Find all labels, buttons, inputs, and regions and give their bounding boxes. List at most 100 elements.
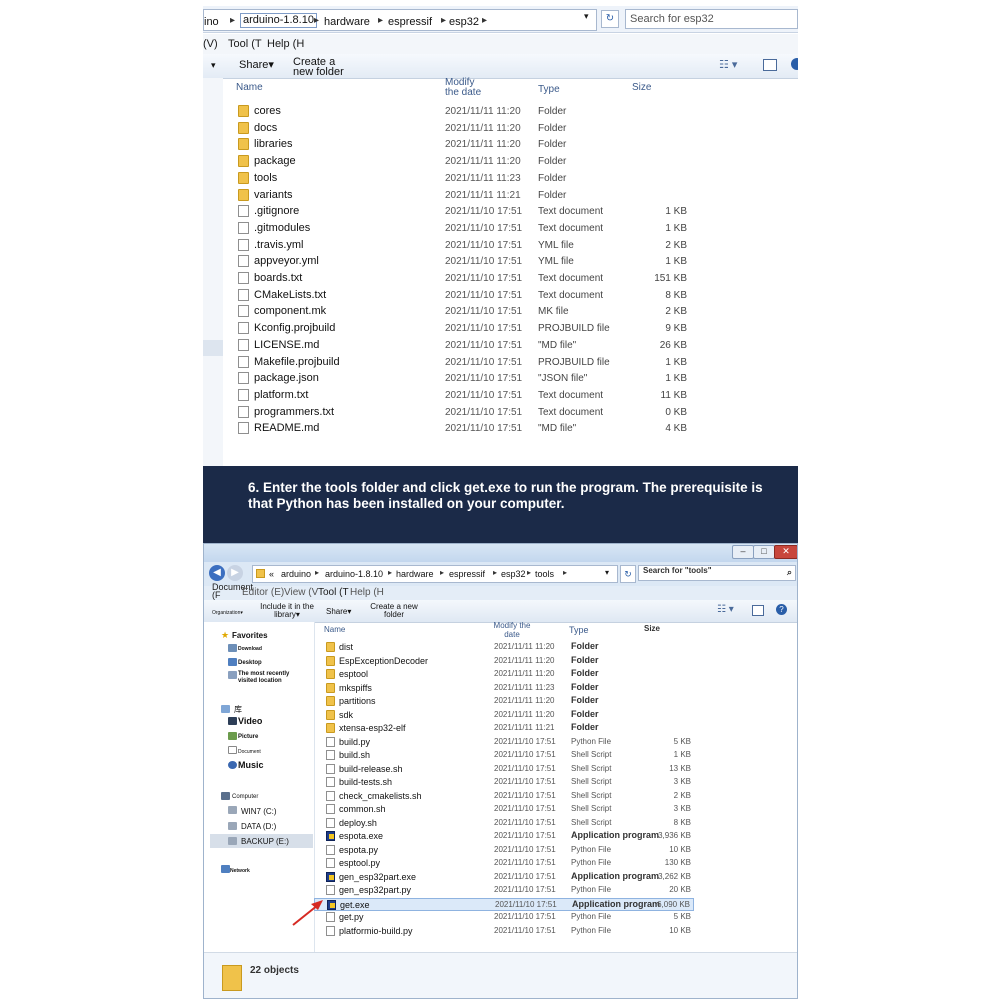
file-row[interactable]: programmers.txt 2021/11/10 17:51 Text docu… <box>203 405 798 421</box>
file-row[interactable]: .gitignore 2021/11/10 17:51 Text document 1… <box>203 204 798 220</box>
file-row[interactable]: tools 2021/11/11 11:23 Folder <box>203 171 798 187</box>
nav-download[interactable]: Download <box>238 645 262 654</box>
chevron-right-icon[interactable]: ▸ <box>493 568 497 577</box>
minimize-icon[interactable]: – <box>732 545 754 559</box>
file-row[interactable]: dist 2021/11/11 11:20 Folder <box>314 641 694 654</box>
crumb-hardware[interactable]: hardware <box>396 569 434 579</box>
menu-tool[interactable]: Tool (T <box>318 587 349 598</box>
file-row[interactable]: appveyor.yml 2021/11/10 17:51 YML file 1 KB <box>203 254 798 270</box>
nav-picture[interactable]: Picture <box>238 733 258 742</box>
file-row[interactable]: esptool.py 2021/11/10 17:51 Python File 130… <box>314 857 694 870</box>
preview-pane-icon[interactable] <box>763 59 777 71</box>
top-search-input[interactable]: Search for esp32 <box>625 9 798 29</box>
chevron-right-icon[interactable]: ▸ <box>315 568 319 577</box>
file-row[interactable]: .gitmodules 2021/11/10 17:51 Text document… <box>203 221 798 237</box>
nav-document[interactable]: Document <box>238 748 261 757</box>
dropdown-arrow-icon[interactable]: ▾ <box>605 568 609 577</box>
column-type[interactable]: Type <box>569 625 589 635</box>
file-row[interactable]: espota.exe 2021/11/10 17:51 Application pr… <box>314 830 694 843</box>
chevron-right-icon[interactable]: ▸ <box>314 15 319 26</box>
menu-help[interactable]: Help (H <box>267 38 304 50</box>
dropdown-arrow-icon[interactable]: ▾ <box>584 11 589 22</box>
nav-music[interactable]: Music <box>238 761 264 770</box>
include-library-button[interactable]: Include it in the library▾ <box>260 603 314 619</box>
crumb-ino[interactable]: ino <box>204 16 219 28</box>
file-row[interactable]: espota.py 2021/11/10 17:51 Python File 10 K… <box>314 844 694 857</box>
file-row[interactable]: cores 2021/11/11 11:20 Folder <box>203 104 798 120</box>
file-row[interactable]: LICENSE.md 2021/11/10 17:51 "MD file" 26 KB <box>203 338 798 354</box>
nav-network[interactable]: Network <box>230 867 250 876</box>
column-date[interactable]: Modify the date <box>491 621 533 639</box>
crumb-espressif[interactable]: espressif <box>388 16 432 28</box>
menu-view[interactable]: View (V <box>284 587 318 598</box>
column-size[interactable]: Size <box>644 624 660 634</box>
share-button[interactable]: Share▾ <box>239 60 274 71</box>
file-row[interactable]: Kconfig.projbuild 2021/11/10 17:51 PROJBUI… <box>203 321 798 337</box>
view-options-icon[interactable]: ☷ ▾ <box>717 605 734 615</box>
new-folder-button[interactable]: Create a new folder <box>370 603 418 619</box>
file-row[interactable]: platform.txt 2021/11/10 17:51 Text documen… <box>203 388 798 404</box>
column-date[interactable]: Modify the date <box>445 78 487 98</box>
help-icon[interactable] <box>791 58 798 70</box>
file-row[interactable]: sdk 2021/11/11 11:20 Folder <box>314 709 694 722</box>
crumb-overflow[interactable]: « <box>269 569 274 579</box>
crumb-hardware[interactable]: hardware <box>324 16 370 28</box>
crumb-espressif[interactable]: espressif <box>449 569 485 579</box>
column-size[interactable]: Size <box>632 83 651 93</box>
back-arrow-icon[interactable]: ◀ <box>209 565 225 581</box>
maximize-icon[interactable]: □ <box>753 545 775 559</box>
chevron-right-icon[interactable]: ▸ <box>563 568 567 577</box>
file-row[interactable]: build.sh 2021/11/10 17:51 Shell Script 1 KB <box>314 749 694 762</box>
refresh-icon[interactable]: ↻ <box>620 565 636 583</box>
chevron-right-icon[interactable]: ▸ <box>378 15 383 26</box>
chevron-right-icon[interactable]: ▸ <box>388 568 392 577</box>
file-row[interactable]: .travis.yml 2021/11/10 17:51 YML file 2 KB <box>203 238 798 254</box>
file-row[interactable]: build.py 2021/11/10 17:51 Python File 5 KB <box>314 736 694 749</box>
file-row[interactable]: EspExceptionDecoder 2021/11/11 11:20 Folde… <box>314 655 694 668</box>
file-row[interactable]: README.md 2021/11/10 17:51 "MD file" 4 KB <box>203 421 798 437</box>
menu-tool[interactable]: Tool (T <box>228 38 262 50</box>
preview-pane-icon[interactable] <box>752 605 764 616</box>
forward-arrow-icon[interactable]: ▶ <box>227 565 243 581</box>
bottom-address-field[interactable]: « arduino ▸ arduino-1.8.10 ▸ hardware ▸ … <box>252 565 618 583</box>
file-row[interactable]: gen_esp32part.py 2021/11/10 17:51 Python F… <box>314 884 694 897</box>
file-row[interactable]: common.sh 2021/11/10 17:51 Shell Script 3 K… <box>314 803 694 816</box>
top-address-field[interactable]: ino ▸ arduino-1.8.10 ▸ hardware ▸ espres… <box>203 9 597 31</box>
menu-view[interactable]: (V) <box>203 38 218 50</box>
file-row[interactable]: build-release.sh 2021/11/10 17:51 Shell Sc… <box>314 763 694 776</box>
nav-drive-c[interactable]: WIN7 (C:) <box>241 807 277 816</box>
crumb-arduino[interactable]: arduino <box>281 569 311 579</box>
column-name[interactable]: Name <box>236 83 263 93</box>
nav-drive-d[interactable]: DATA (D:) <box>241 822 276 831</box>
share-button[interactable]: Share▾ <box>326 607 351 617</box>
file-row[interactable]: variants 2021/11/11 11:21 Folder <box>203 188 798 204</box>
file-row[interactable]: libraries 2021/11/11 11:20 Folder <box>203 137 798 153</box>
view-options-icon[interactable]: ☷ ▾ <box>719 60 737 71</box>
crumb-arduino-1-8-10[interactable]: arduino-1.8.10 <box>240 13 317 28</box>
file-row[interactable]: package 2021/11/11 11:20 Folder <box>203 154 798 170</box>
file-row[interactable]: partitions 2021/11/11 11:20 Folder <box>314 695 694 708</box>
file-row-selected[interactable]: get.exe 2021/11/10 17:51 Application progr… <box>314 897 694 911</box>
file-row[interactable]: gen_esp32part.exe 2021/11/10 17:51 Applica… <box>314 871 694 884</box>
nav-drive-e[interactable]: BACKUP (E:) <box>241 837 289 846</box>
file-row[interactable]: platformio-build.py 2021/11/10 17:51 Pytho… <box>314 925 694 938</box>
menu-editor[interactable]: Editor (E) <box>242 587 284 598</box>
file-row[interactable]: get.py 2021/11/10 17:51 Python File 5 KB <box>314 911 694 924</box>
file-row[interactable]: Makefile.projbuild 2021/11/10 17:51 PROJBU… <box>203 355 798 371</box>
organize-button[interactable]: Organization▾ <box>212 608 243 618</box>
help-icon[interactable]: ? <box>776 604 787 615</box>
nav-desktop[interactable]: Desktop <box>238 659 262 668</box>
file-row[interactable]: package.json 2021/11/10 17:51 "JSON file" 1… <box>203 371 798 387</box>
file-row[interactable]: deploy.sh 2021/11/10 17:51 Shell Script 8 K… <box>314 817 694 830</box>
file-row[interactable]: docs 2021/11/11 11:20 Folder <box>203 121 798 137</box>
bottom-search-input[interactable]: Search for "tools" ⌕ <box>638 565 796 581</box>
nav-library[interactable]: 库 <box>234 705 242 714</box>
new-folder-button[interactable]: Create a new folder <box>293 57 349 78</box>
file-row[interactable]: mkspiffs 2021/11/11 11:23 Folder <box>314 682 694 695</box>
file-row[interactable]: check_cmakelists.sh 2021/11/10 17:51 Shell… <box>314 790 694 803</box>
nav-favorites[interactable]: Favorites <box>232 631 268 640</box>
crumb-arduino-1-8-10[interactable]: arduino-1.8.10 <box>325 569 383 579</box>
nav-video[interactable]: Video <box>238 717 262 726</box>
column-name[interactable]: Name <box>324 625 345 635</box>
chevron-right-icon[interactable]: ▸ <box>441 15 446 26</box>
